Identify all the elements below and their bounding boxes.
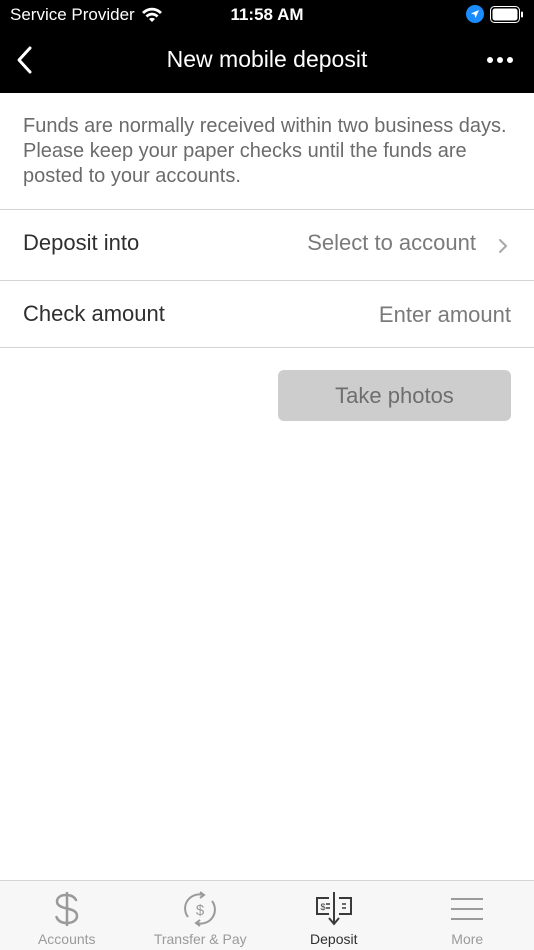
status-icons bbox=[466, 5, 524, 23]
tab-transfer-pay[interactable]: $ Transfer & Pay bbox=[134, 881, 268, 950]
deposit-check-icon: $ bbox=[315, 890, 353, 928]
check-amount-row: Check amount Enter amount bbox=[0, 281, 534, 351]
dollar-icon bbox=[52, 890, 82, 928]
location-arrow-icon bbox=[466, 5, 484, 23]
top-bar: Service Provider 11:58 AM New mobile dep… bbox=[0, 0, 534, 93]
svg-text:$: $ bbox=[196, 902, 205, 919]
deposit-into-row[interactable]: Deposit into Select to account bbox=[0, 210, 534, 280]
check-amount-input[interactable]: Enter amount bbox=[379, 302, 511, 328]
tab-accounts[interactable]: Accounts bbox=[0, 881, 134, 950]
check-amount-label: Check amount bbox=[23, 301, 165, 326]
take-photos-button[interactable]: Take photos bbox=[278, 370, 511, 421]
chevron-right-icon bbox=[499, 239, 507, 253]
tab-label: Accounts bbox=[37, 931, 96, 947]
tab-deposit[interactable]: $ Deposit bbox=[267, 881, 401, 950]
info-message: Funds are normally received within two b… bbox=[23, 115, 507, 187]
tab-bar: Accounts $ Transfer & Pay $ Deposit More bbox=[0, 880, 534, 950]
deposit-into-label: Deposit into bbox=[23, 230, 140, 255]
tab-more[interactable]: More bbox=[401, 881, 534, 950]
ellipsis-icon bbox=[487, 57, 513, 63]
deposit-into-value: Select to account bbox=[307, 230, 476, 255]
battery-icon bbox=[490, 5, 523, 23]
status-bar: Service Provider 11:58 AM bbox=[0, 0, 534, 30]
page-title: New mobile deposit bbox=[166, 46, 368, 72]
svg-text:$: $ bbox=[320, 902, 325, 912]
menu-icon bbox=[449, 890, 485, 928]
transfer-pay-icon: $ bbox=[181, 890, 219, 928]
status-time: 11:58 AM bbox=[230, 5, 304, 24]
divider bbox=[0, 347, 534, 348]
tab-label: Deposit bbox=[310, 931, 358, 947]
tab-label: More bbox=[451, 931, 484, 947]
more-options-button[interactable] bbox=[480, 44, 520, 76]
navigation-bar: New mobile deposit bbox=[0, 36, 534, 84]
tab-label: Transfer & Pay bbox=[153, 931, 247, 947]
